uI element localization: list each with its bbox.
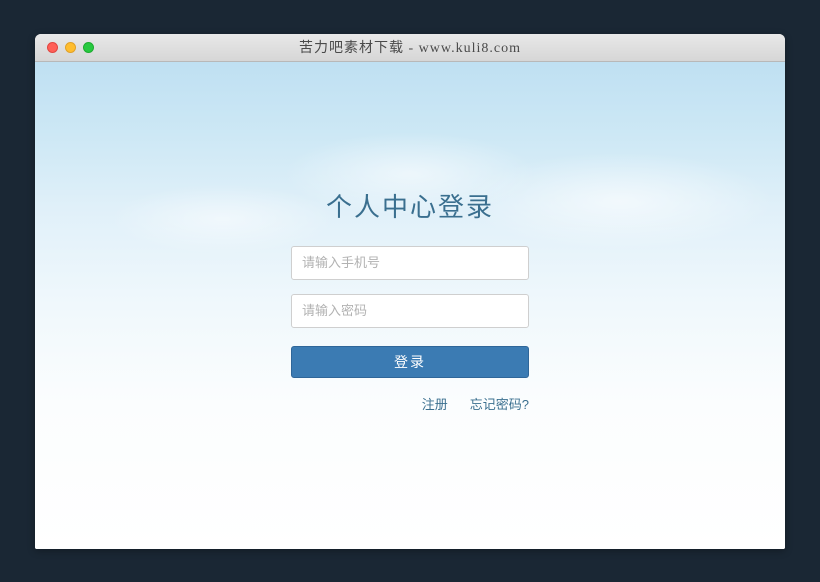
login-form: 登录 注册 忘记密码? <box>291 246 529 413</box>
page-content: 个人中心登录 登录 注册 忘记密码? <box>35 62 785 549</box>
browser-window: 苦力吧素材下载 - www.kuli8.com 个人中心登录 登录 注册 忘记密… <box>35 34 785 549</box>
phone-input[interactable] <box>291 246 529 280</box>
login-heading: 个人中心登录 <box>326 187 494 224</box>
password-input[interactable] <box>291 294 529 328</box>
window-title: 苦力吧素材下载 - www.kuli8.com <box>35 37 785 57</box>
forgot-password-link[interactable]: 忘记密码? <box>470 394 529 413</box>
login-button[interactable]: 登录 <box>291 346 529 378</box>
window-controls <box>35 42 94 53</box>
register-link[interactable]: 注册 <box>422 394 448 413</box>
maximize-icon[interactable] <box>83 42 94 53</box>
title-bar: 苦力吧素材下载 - www.kuli8.com <box>35 34 785 62</box>
links-row: 注册 忘记密码? <box>291 394 529 413</box>
close-icon[interactable] <box>47 42 58 53</box>
minimize-icon[interactable] <box>65 42 76 53</box>
